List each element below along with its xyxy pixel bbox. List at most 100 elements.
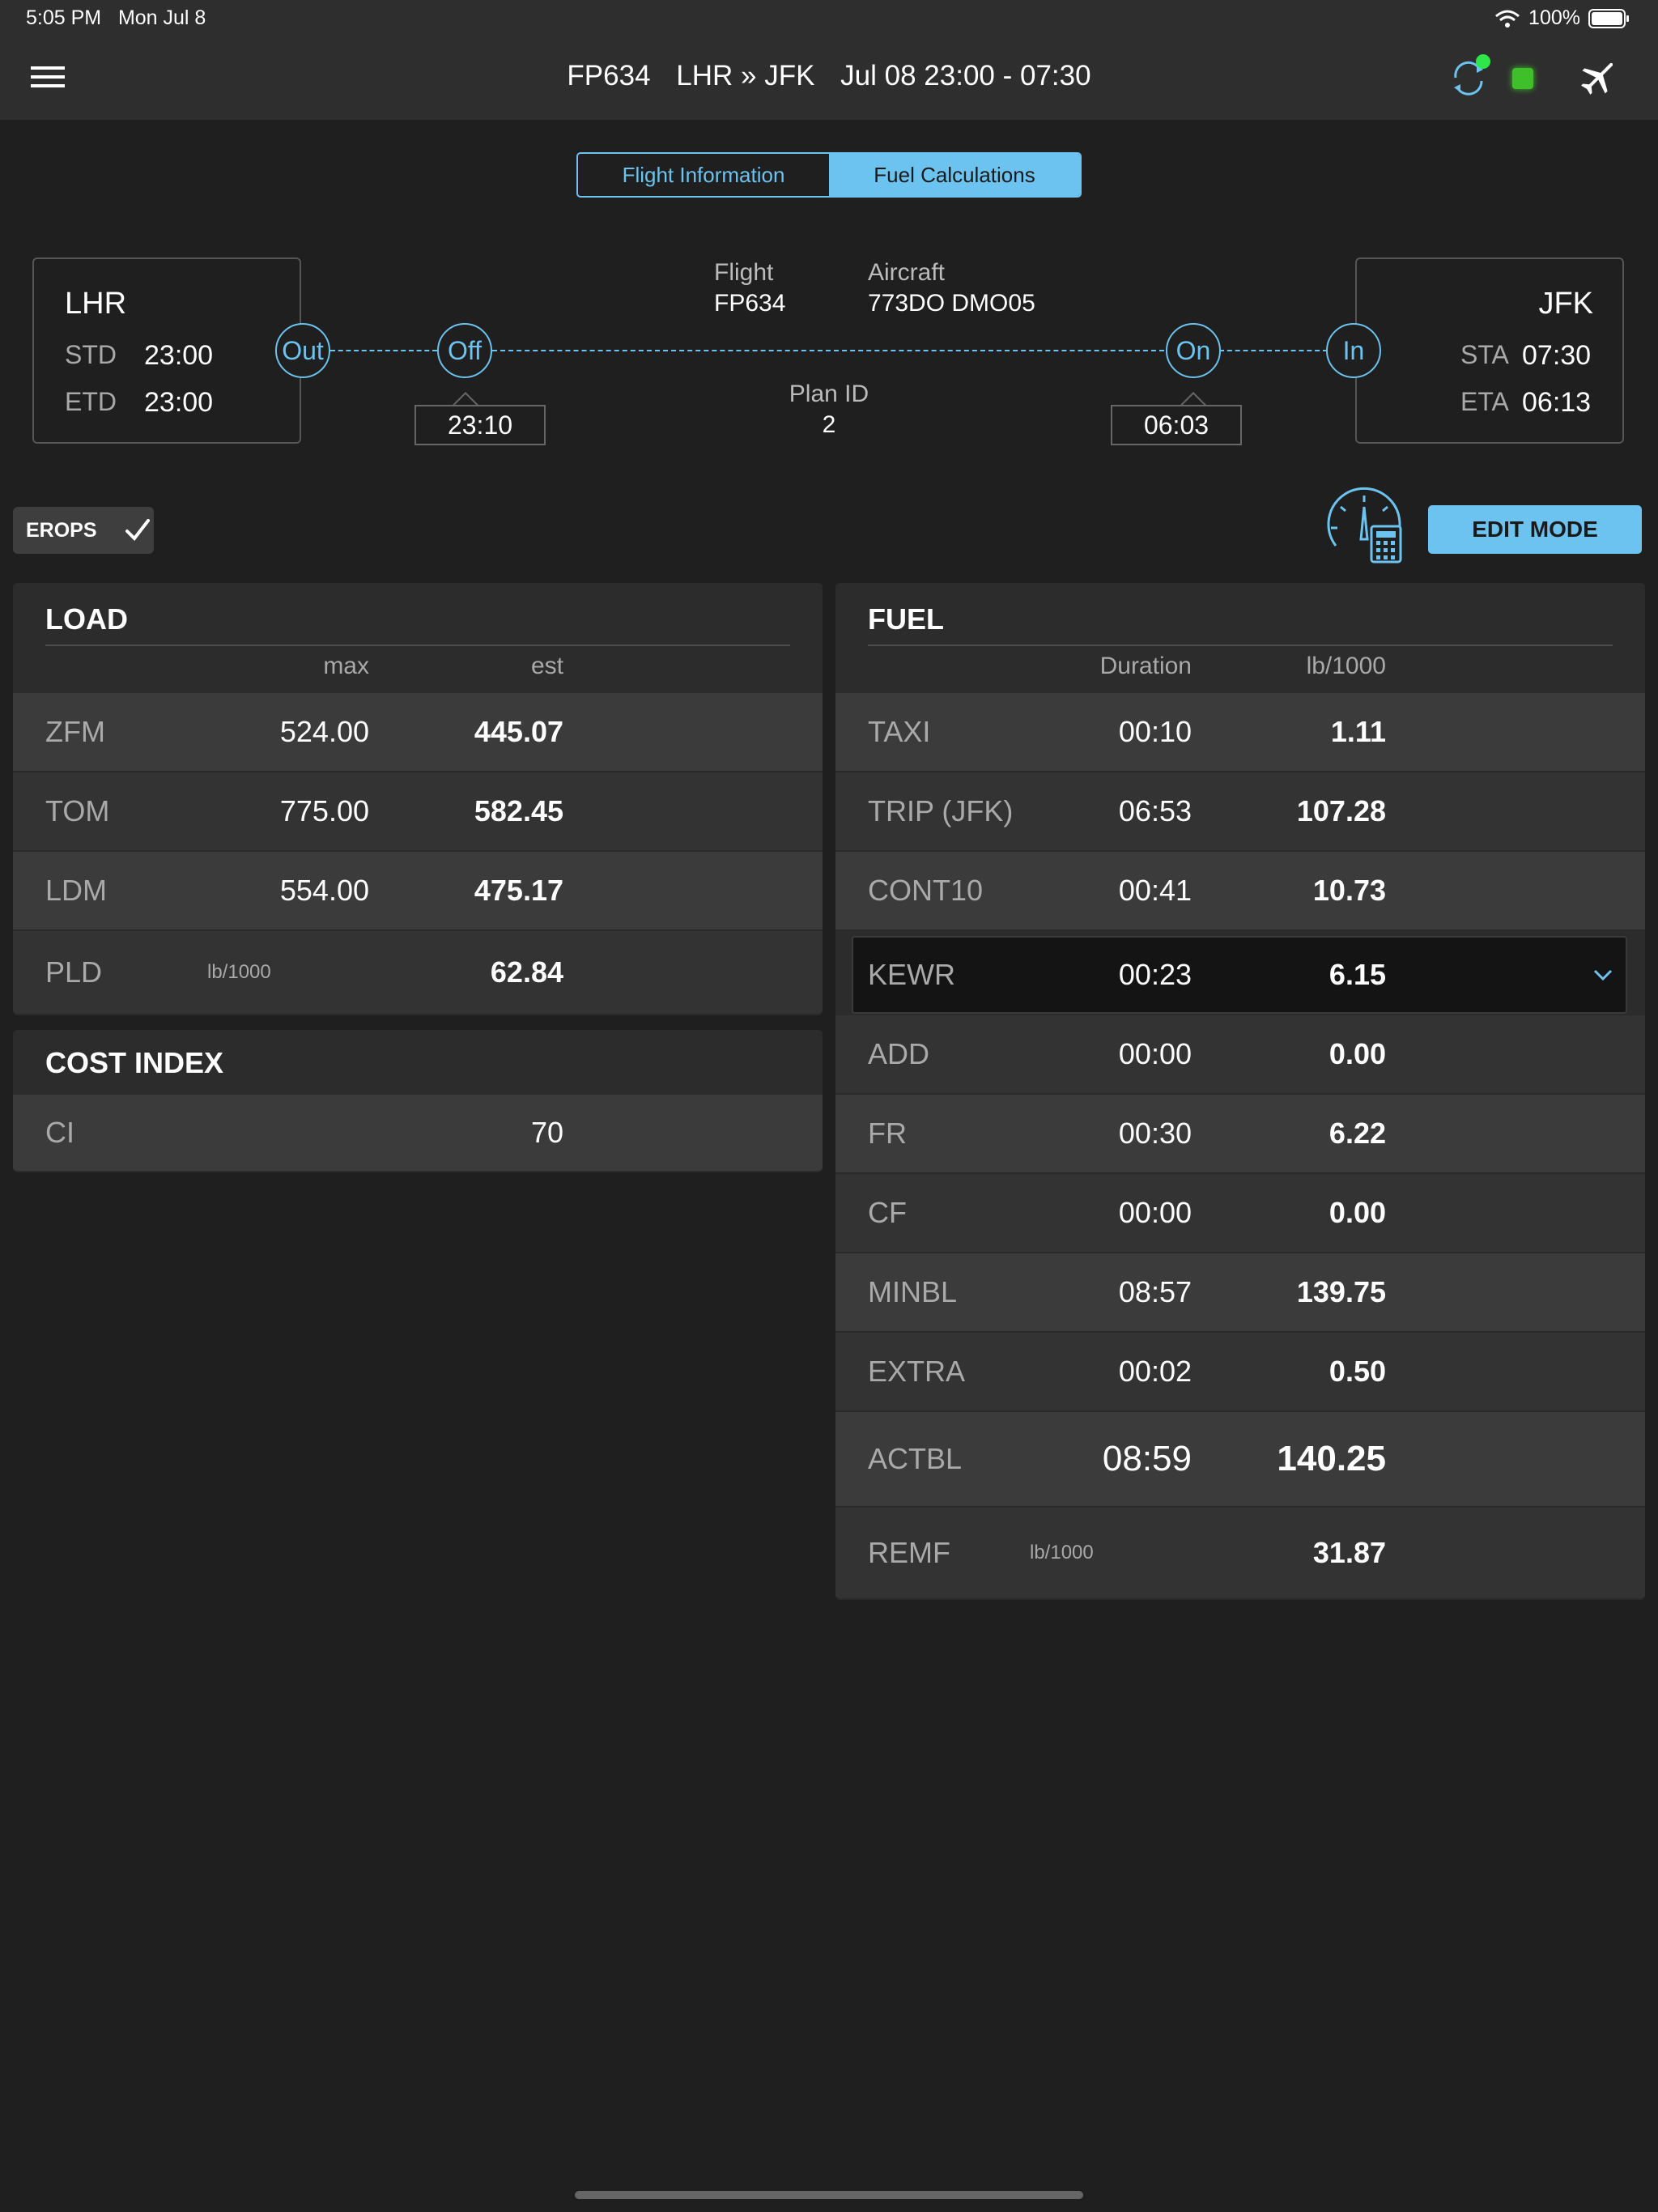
departure-code: LHR bbox=[65, 287, 127, 321]
load-divider bbox=[45, 644, 790, 646]
battery-percent: 100% bbox=[1528, 6, 1580, 29]
fuel-value[interactable]: 0.00 bbox=[1192, 1174, 1386, 1252]
fuel-value[interactable]: 6.22 bbox=[1192, 1095, 1386, 1172]
eta-label: ETA bbox=[1460, 387, 1509, 416]
load-est[interactable]: 582.45 bbox=[369, 772, 563, 850]
fuel-unit: lb/1000 bbox=[1030, 1542, 1094, 1563]
timeline-segment-on-in bbox=[1219, 350, 1328, 351]
edit-mode-button[interactable]: EDIT MODE bbox=[1428, 505, 1642, 554]
status-time: 5:05 PM Mon Jul 8 bbox=[26, 6, 206, 30]
load-label: TOM bbox=[45, 794, 110, 827]
load-max: 524.00 bbox=[279, 715, 369, 748]
fuel-label: MINBL bbox=[868, 1275, 958, 1308]
chevron-down-icon[interactable] bbox=[1592, 967, 1614, 983]
fuel-duration: 00:02 bbox=[1118, 1355, 1192, 1388]
timeline-in: In bbox=[1326, 323, 1381, 378]
load-row-pld: PLD lb/1000 62.84 bbox=[13, 931, 823, 1015]
sync-icon[interactable] bbox=[1448, 53, 1493, 99]
on-time[interactable]: 06:03 bbox=[1111, 405, 1242, 445]
load-row-zfm: ZFM 524.00 445.07 bbox=[13, 693, 823, 772]
fuel-divider bbox=[868, 644, 1613, 646]
check-icon bbox=[125, 519, 150, 542]
fuel-label: TRIP (JFK) bbox=[868, 794, 1014, 827]
fuel-value[interactable]: 1.11 bbox=[1192, 693, 1386, 771]
fuel-value: 31.87 bbox=[1312, 1536, 1386, 1569]
cost-index-row: CI 70 bbox=[13, 1095, 823, 1172]
load-row-ldm: LDM 554.00 475.17 bbox=[13, 852, 823, 931]
fuel-row-trip: TRIP (JFK) 06:53 107.28 bbox=[835, 772, 1645, 852]
fuel-label: EXTRA bbox=[868, 1355, 966, 1388]
load-label: ZFM bbox=[45, 715, 105, 748]
fuel-duration: 00:10 bbox=[1118, 715, 1192, 748]
std-label: STD bbox=[65, 340, 117, 369]
fuel-duration: 00:23 bbox=[1118, 958, 1192, 991]
fuel-calculator-icon[interactable] bbox=[1323, 486, 1407, 564]
tab-bar: Flight Information Fuel Calculations bbox=[576, 152, 1082, 198]
flight-label: Flight bbox=[714, 259, 774, 286]
status-indicators: 100% bbox=[1494, 6, 1630, 30]
aircraft-label: Aircraft bbox=[868, 259, 946, 286]
header-title: FP634 LHR » JFK Jul 08 23:00 - 07:30 bbox=[0, 60, 1658, 92]
fuel-row-add: ADD 00:00 0.00 bbox=[835, 1015, 1645, 1095]
cost-index-value[interactable]: 70 bbox=[369, 1095, 563, 1171]
timeline-segment-off-on bbox=[492, 350, 1164, 351]
fuel-row-actbl: ACTBL 08:59 140.25 bbox=[835, 1412, 1645, 1508]
erops-label: EROPS bbox=[26, 518, 97, 542]
std-value: 23:00 bbox=[144, 340, 214, 371]
header-schedule: Jul 08 23:00 - 07:30 bbox=[840, 60, 1091, 91]
load-col-max: max bbox=[323, 653, 369, 679]
fuel-value[interactable]: 107.28 bbox=[1192, 772, 1386, 850]
fuel-duration: 00:30 bbox=[1118, 1117, 1192, 1150]
arrival-code: JFK bbox=[1538, 287, 1593, 321]
fuel-col-unit: lb/1000 bbox=[1306, 653, 1386, 679]
fuel-label: CONT10 bbox=[868, 874, 984, 907]
etd-value: 23:00 bbox=[144, 387, 214, 418]
fuel-col-duration: Duration bbox=[1099, 653, 1192, 679]
fuel-row-remf: REMF lb/1000 31.87 bbox=[835, 1508, 1645, 1600]
fuel-row-fr: FR 00:30 6.22 bbox=[835, 1095, 1645, 1174]
tab-fuel-calculations[interactable]: Fuel Calculations bbox=[829, 154, 1080, 196]
departure-card: LHR STD 23:00 ETD 23:00 bbox=[32, 257, 301, 444]
sta-label: STA bbox=[1460, 340, 1509, 369]
fuel-duration: 08:59 bbox=[1102, 1439, 1192, 1478]
load-est[interactable]: 62.84 bbox=[369, 931, 563, 1014]
load-unit: lb/1000 bbox=[207, 961, 271, 983]
fuel-duration: 08:57 bbox=[1118, 1275, 1192, 1308]
timeline-on: On bbox=[1166, 323, 1221, 378]
timeline-off: Off bbox=[437, 323, 492, 378]
cost-index-panel: COST INDEX CI 70 bbox=[13, 1030, 823, 1172]
tab-flight-information[interactable]: Flight Information bbox=[578, 154, 829, 196]
plan-id-value: 2 bbox=[822, 411, 836, 438]
cost-index-title: COST INDEX bbox=[45, 1046, 224, 1079]
fuel-row-taxi: TAXI 00:10 1.11 bbox=[835, 693, 1645, 772]
fuel-value[interactable]: 6.15 bbox=[1192, 938, 1386, 1012]
fuel-value[interactable]: 10.73 bbox=[1192, 852, 1386, 929]
load-est[interactable]: 445.07 bbox=[369, 693, 563, 771]
fuel-label: TAXI bbox=[868, 715, 931, 748]
fuel-value[interactable]: 0.00 bbox=[1192, 1015, 1386, 1093]
fuel-duration: 06:53 bbox=[1118, 794, 1192, 827]
load-title: LOAD bbox=[45, 602, 128, 636]
airplane-icon[interactable] bbox=[1579, 57, 1619, 97]
fuel-row-kewr[interactable]: KEWR 00:23 6.15 bbox=[852, 936, 1627, 1014]
fuel-title: FUEL bbox=[868, 602, 944, 636]
sta-value: 07:30 bbox=[1522, 340, 1592, 371]
cost-index-label: CI bbox=[45, 1116, 74, 1149]
fuel-value[interactable]: 0.50 bbox=[1192, 1333, 1386, 1410]
fuel-row-cont10: CONT10 00:41 10.73 bbox=[835, 852, 1645, 931]
fuel-panel: FUEL Duration lb/1000 TAXI 00:10 1.11 TR… bbox=[835, 583, 1645, 1600]
status-date: Mon Jul 8 bbox=[117, 6, 206, 29]
fuel-label: ACTBL bbox=[868, 1442, 963, 1475]
battery-icon bbox=[1588, 8, 1629, 28]
load-est[interactable]: 475.17 bbox=[369, 852, 563, 929]
off-time[interactable]: 23:10 bbox=[414, 405, 546, 445]
erops-toggle[interactable]: EROPS bbox=[13, 507, 154, 554]
fuel-value: 139.75 bbox=[1296, 1275, 1386, 1308]
fuel-label: KEWR bbox=[868, 958, 955, 991]
fuel-label: REMF bbox=[868, 1536, 950, 1569]
eta-value: 06:13 bbox=[1522, 387, 1592, 418]
fuel-label: CF bbox=[868, 1196, 907, 1229]
connection-status-icon bbox=[1512, 68, 1533, 89]
home-indicator[interactable] bbox=[575, 2191, 1083, 2199]
plan-id-label: Plan ID bbox=[789, 381, 869, 407]
